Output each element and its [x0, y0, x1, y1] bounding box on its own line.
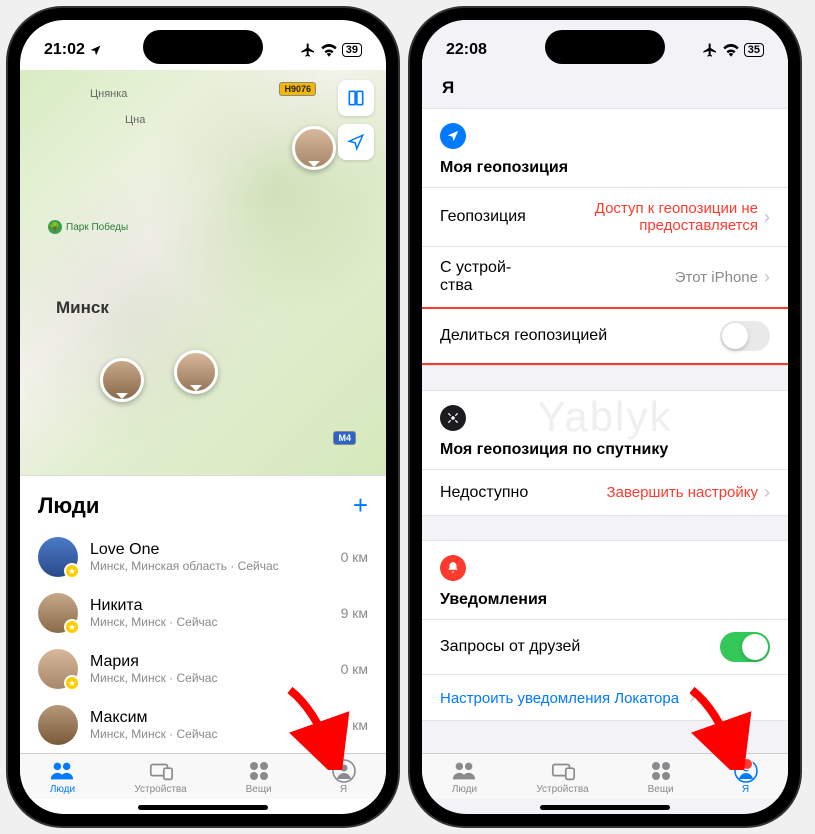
tab-devices[interactable]: Устройства [536, 760, 588, 795]
location-arrow-icon [89, 44, 102, 57]
airplane-icon [300, 42, 316, 58]
battery-icon: 39 [342, 43, 362, 57]
person-icon [331, 760, 357, 782]
map-city-label: Минск [56, 298, 109, 318]
map-label-tsnyanka: Цнянка [90, 88, 127, 100]
map-layers-button[interactable] [338, 80, 374, 116]
list-item[interactable]: МаксимМинск, Минск · Сейчас 0 км [20, 697, 386, 753]
avatar [38, 705, 78, 745]
tab-bar: Люди Устройства Вещи Я [20, 753, 386, 799]
avatar: ★ [38, 649, 78, 689]
person-name: Максим [90, 709, 329, 727]
person-subtitle: Минск, Минск · Сейчас [90, 727, 329, 741]
map-person-avatar[interactable] [100, 358, 144, 402]
friend-requests-toggle[interactable] [720, 632, 770, 662]
person-subtitle: Минск, Минск · Сейчас [90, 671, 329, 685]
tab-items[interactable]: Вещи [648, 760, 674, 795]
person-distance: 9 км [341, 605, 368, 621]
section-title: Уведомления [422, 585, 788, 619]
person-name: Никита [90, 597, 329, 615]
wifi-icon [722, 43, 740, 57]
map-person-avatar[interactable] [174, 350, 218, 394]
chevron-right-icon: › [764, 267, 770, 288]
status-time: 21:02 [44, 41, 85, 59]
person-name: Мария [90, 653, 329, 671]
row-device[interactable]: С устрой- ства Этот iPhone › [422, 246, 788, 307]
add-person-button[interactable]: + [353, 490, 368, 521]
map-route-badge: H9076 [279, 82, 316, 96]
map-person-avatar[interactable] [292, 126, 336, 170]
list-item[interactable]: ★ МарияМинск, Минск · Сейчас 0 км [20, 641, 386, 697]
people-sheet[interactable]: Люди + ★ Love OneМинск, Минская область … [20, 475, 386, 753]
home-indicator[interactable] [138, 805, 268, 810]
chevron-right-icon: › [764, 482, 770, 503]
tab-me[interactable]: Я [331, 760, 357, 795]
section-notifications: Уведомления Запросы от друзей Настроить … [422, 540, 788, 721]
phone-left: 21:02 39 Цнянка Цна H9076 M4 🌳Парк Побед… [8, 8, 398, 826]
map-route-badge-m4: M4 [333, 431, 356, 445]
home-indicator[interactable] [540, 805, 670, 810]
status-time: 22:08 [446, 41, 487, 59]
person-subtitle: Минск, Минская область · Сейчас [90, 559, 329, 573]
share-location-toggle[interactable] [720, 321, 770, 351]
person-distance: 0 км [341, 717, 368, 733]
person-distance: 0 км [341, 549, 368, 565]
map-locate-button[interactable] [338, 124, 374, 160]
avatar: ★ [38, 593, 78, 633]
items-icon [648, 760, 674, 782]
section-my-location: Моя геопозиция Геопозиция Доступ к геопо… [422, 108, 788, 366]
tab-me[interactable]: Я [733, 760, 759, 795]
map-poi-park: 🌳Парк Победы [48, 220, 128, 234]
items-icon [246, 760, 272, 782]
phone-right: Yablyk 22:08 35 Я Моя геопозиция Геопози… [410, 8, 800, 826]
person-subtitle: Минск, Минск · Сейчас [90, 615, 329, 629]
airplane-icon [702, 42, 718, 58]
map[interactable]: Цнянка Цна H9076 M4 🌳Парк Победы Минск [20, 70, 386, 475]
sheet-title: Люди [38, 493, 99, 519]
page-title: Я [422, 70, 788, 108]
tab-items[interactable]: Вещи [246, 760, 272, 795]
dynamic-island [143, 30, 263, 64]
tab-people[interactable]: Люди [49, 760, 75, 795]
battery-icon: 35 [744, 43, 764, 57]
chevron-right-icon: › [764, 207, 770, 228]
row-location[interactable]: Геопозиция Доступ к геопозиции не предос… [422, 187, 788, 246]
section-title: Моя геопозиция [422, 153, 788, 187]
tab-people[interactable]: Люди [451, 760, 477, 795]
configure-notifications-link[interactable]: Настроить уведомления Локатора › [422, 674, 788, 720]
list-item[interactable]: ★ Love OneМинск, Минская область · Сейча… [20, 529, 386, 585]
map-label-tsna: Цна [125, 114, 145, 126]
bell-icon [440, 555, 466, 581]
row-satellite-setup[interactable]: Недоступно Завершить настройку › [422, 469, 788, 515]
row-friend-requests[interactable]: Запросы от друзей [422, 619, 788, 674]
wifi-icon [320, 43, 338, 57]
notification-badge [741, 758, 753, 770]
tab-devices[interactable]: Устройства [134, 760, 186, 795]
devices-icon [550, 760, 576, 782]
tab-bar: Люди Устройства Вещи Я [422, 753, 788, 799]
row-share-location[interactable]: Делиться геопозицией [422, 307, 788, 365]
section-satellite: Моя геопозиция по спутнику Недоступно За… [422, 390, 788, 516]
people-icon [451, 760, 477, 782]
devices-icon [148, 760, 174, 782]
list-item[interactable]: ★ НикитаМинск, Минск · Сейчас 9 км [20, 585, 386, 641]
dynamic-island [545, 30, 665, 64]
location-icon [440, 123, 466, 149]
section-title: Моя геопозиция по спутнику [422, 435, 788, 469]
avatar: ★ [38, 537, 78, 577]
people-icon [49, 760, 75, 782]
person-name: Love One [90, 541, 329, 559]
satellite-icon [440, 405, 466, 431]
person-distance: 0 км [341, 661, 368, 677]
